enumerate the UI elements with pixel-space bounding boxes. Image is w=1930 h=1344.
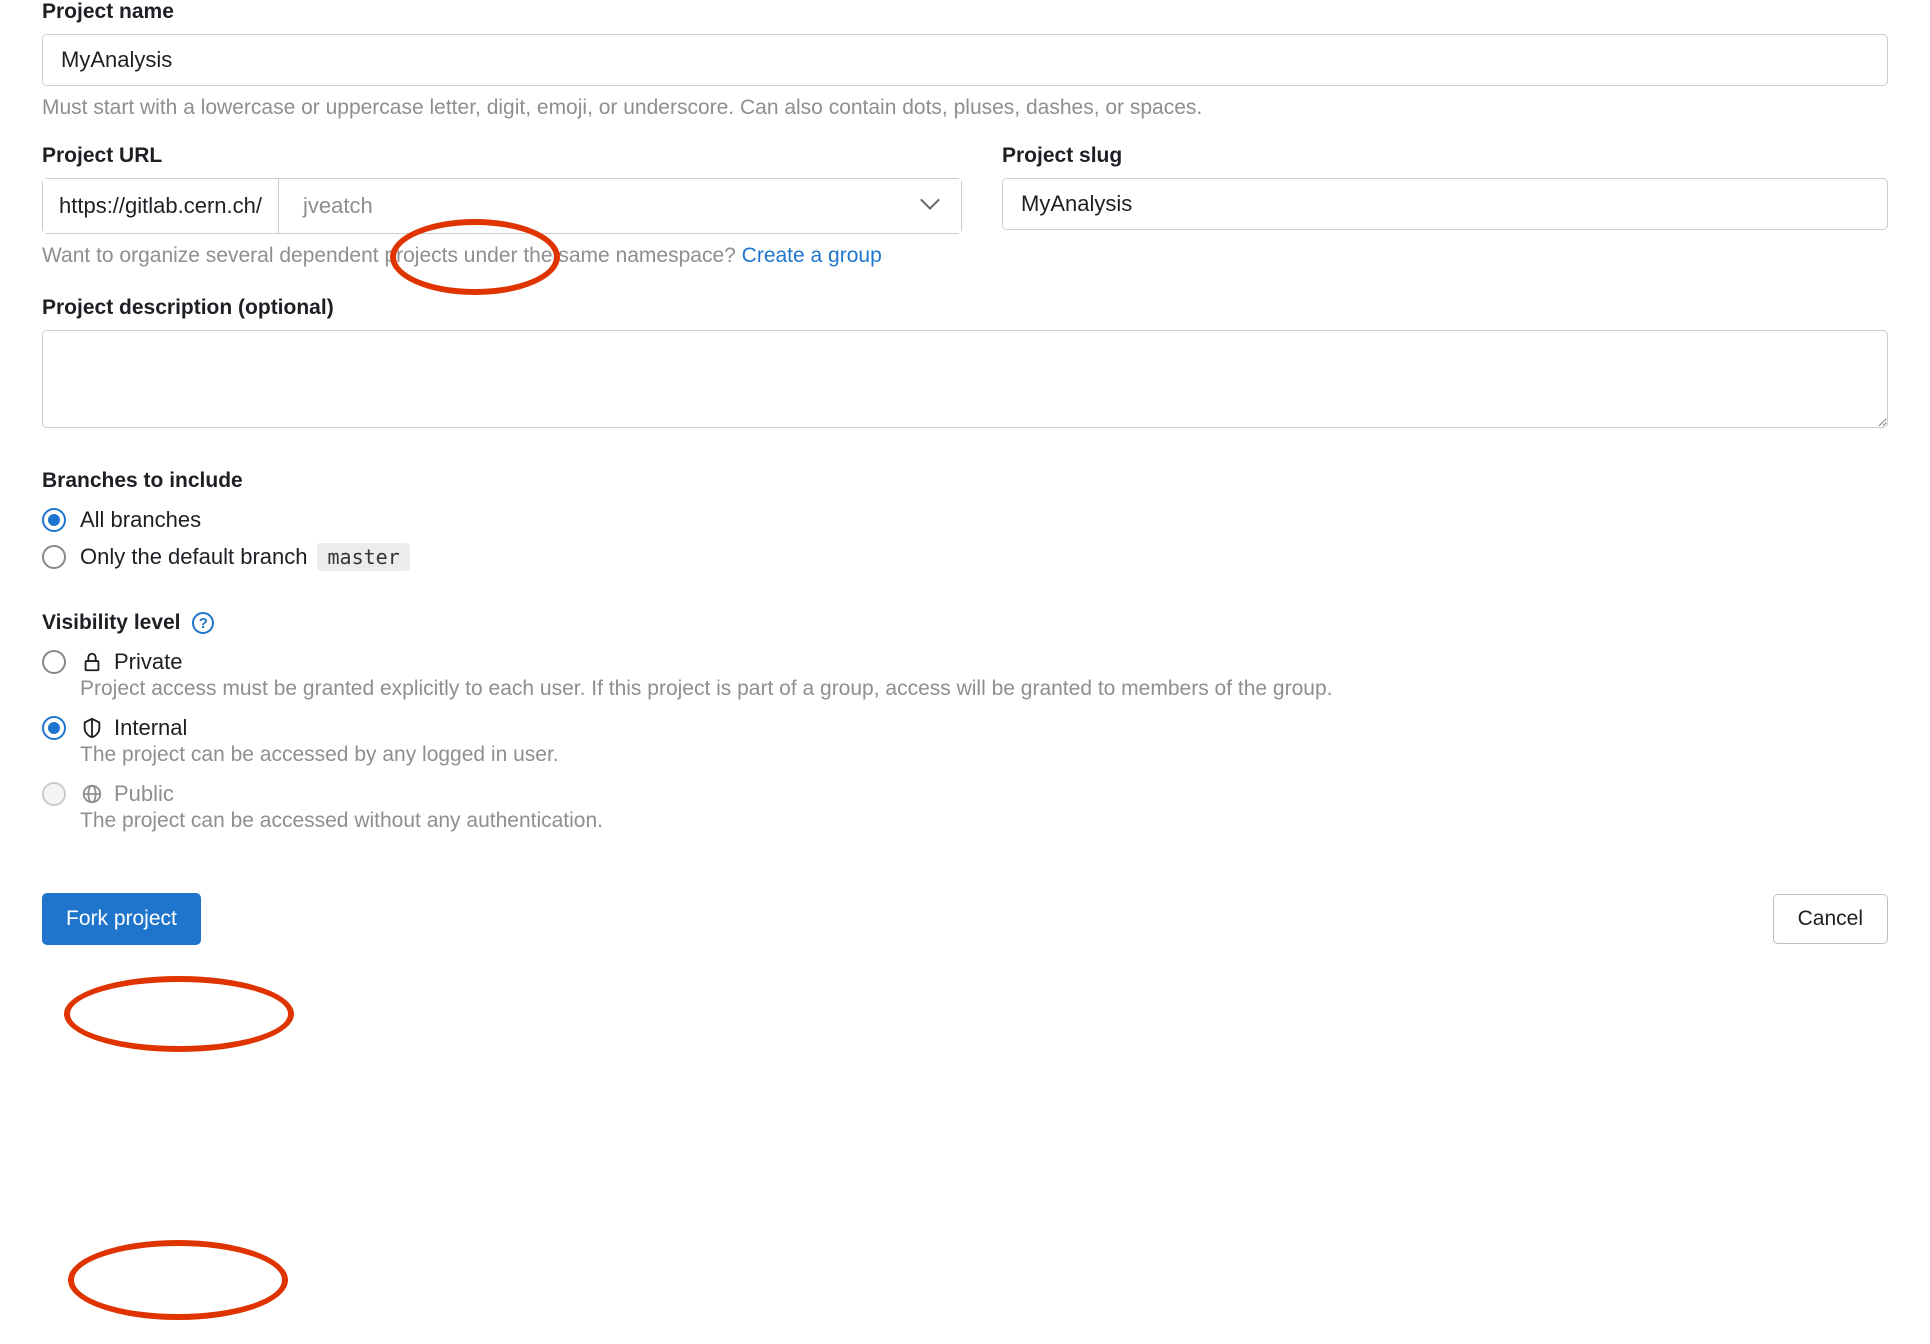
project-url-label: Project URL	[42, 144, 962, 168]
shield-icon	[80, 716, 104, 740]
project-description-input[interactable]	[42, 330, 1888, 428]
project-url-base: https://gitlab.cern.ch/	[43, 179, 278, 233]
branches-option-default[interactable]: Only the default branch master	[42, 543, 1888, 571]
globe-icon	[80, 782, 104, 806]
project-name-hint: Must start with a lowercase or uppercase…	[42, 96, 1888, 120]
lock-icon	[80, 650, 104, 674]
radio-private[interactable]	[42, 650, 66, 674]
radio-default-branch[interactable]	[42, 545, 66, 569]
visibility-option-public: Public The project can be accessed witho…	[42, 781, 1888, 833]
cancel-button[interactable]: Cancel	[1773, 894, 1888, 944]
radio-default-branch-label: Only the default branch	[80, 544, 307, 570]
project-name-label: Project name	[42, 0, 1888, 24]
radio-internal[interactable]	[42, 716, 66, 740]
visibility-private-desc: Project access must be granted explicitl…	[80, 677, 1888, 701]
radio-all-branches-label: All branches	[80, 507, 201, 533]
visibility-private-label: Private	[114, 649, 182, 675]
namespace-select[interactable]: jveatch	[278, 179, 961, 233]
visibility-internal-desc: The project can be accessed by any logge…	[80, 743, 1888, 767]
radio-all-branches[interactable]	[42, 508, 66, 532]
visibility-internal-label: Internal	[114, 715, 187, 741]
project-slug-label: Project slug	[1002, 144, 1888, 168]
project-name-input[interactable]	[42, 34, 1888, 86]
fork-project-button[interactable]: Fork project	[42, 893, 201, 945]
create-group-link[interactable]: Create a group	[742, 244, 882, 267]
visibility-label: Visibility level ?	[42, 611, 1888, 635]
radio-public	[42, 782, 66, 806]
default-branch-tag: master	[317, 543, 409, 571]
project-description-label: Project description (optional)	[42, 296, 1888, 320]
visibility-public-label: Public	[114, 781, 174, 807]
help-icon[interactable]: ?	[192, 612, 214, 634]
visibility-option-internal[interactable]: Internal The project can be accessed by …	[42, 715, 1888, 767]
namespace-hint: Want to organize several dependent proje…	[42, 244, 1888, 268]
branches-option-all[interactable]: All branches	[42, 507, 1888, 533]
project-url-wrapper: https://gitlab.cern.ch/ jveatch	[42, 178, 962, 234]
branches-label: Branches to include	[42, 469, 1888, 493]
chevron-down-icon	[923, 197, 941, 215]
annotation-fork-circle	[68, 1240, 288, 1320]
visibility-option-private[interactable]: Private Project access must be granted e…	[42, 649, 1888, 701]
annotation-internal-circle	[64, 976, 294, 1052]
namespace-selected-value: jveatch	[303, 193, 373, 219]
visibility-public-desc: The project can be accessed without any …	[80, 809, 1888, 833]
project-slug-input[interactable]	[1002, 178, 1888, 230]
